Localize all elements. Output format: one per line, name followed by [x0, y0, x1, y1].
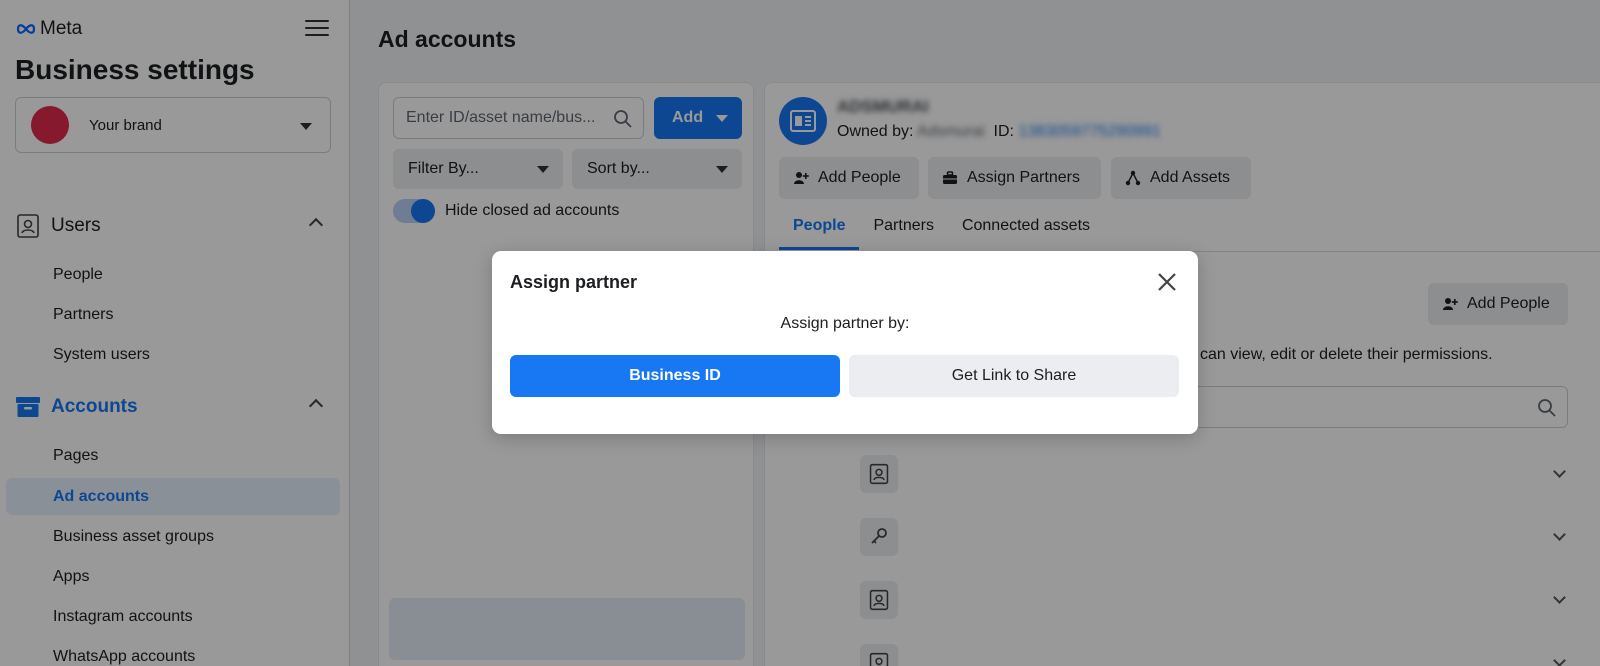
business-id-button[interactable]: Business ID — [510, 355, 840, 397]
dialog-title: Assign partner — [510, 272, 638, 292]
get-link-to-share-button[interactable]: Get Link to Share — [849, 355, 1179, 397]
assign-partner-dialog: Assign partner Assign partner by: Busine… — [492, 251, 1198, 434]
dialog-subtitle: Assign partner by: — [780, 315, 910, 332]
close-icon[interactable] — [1156, 271, 1178, 293]
